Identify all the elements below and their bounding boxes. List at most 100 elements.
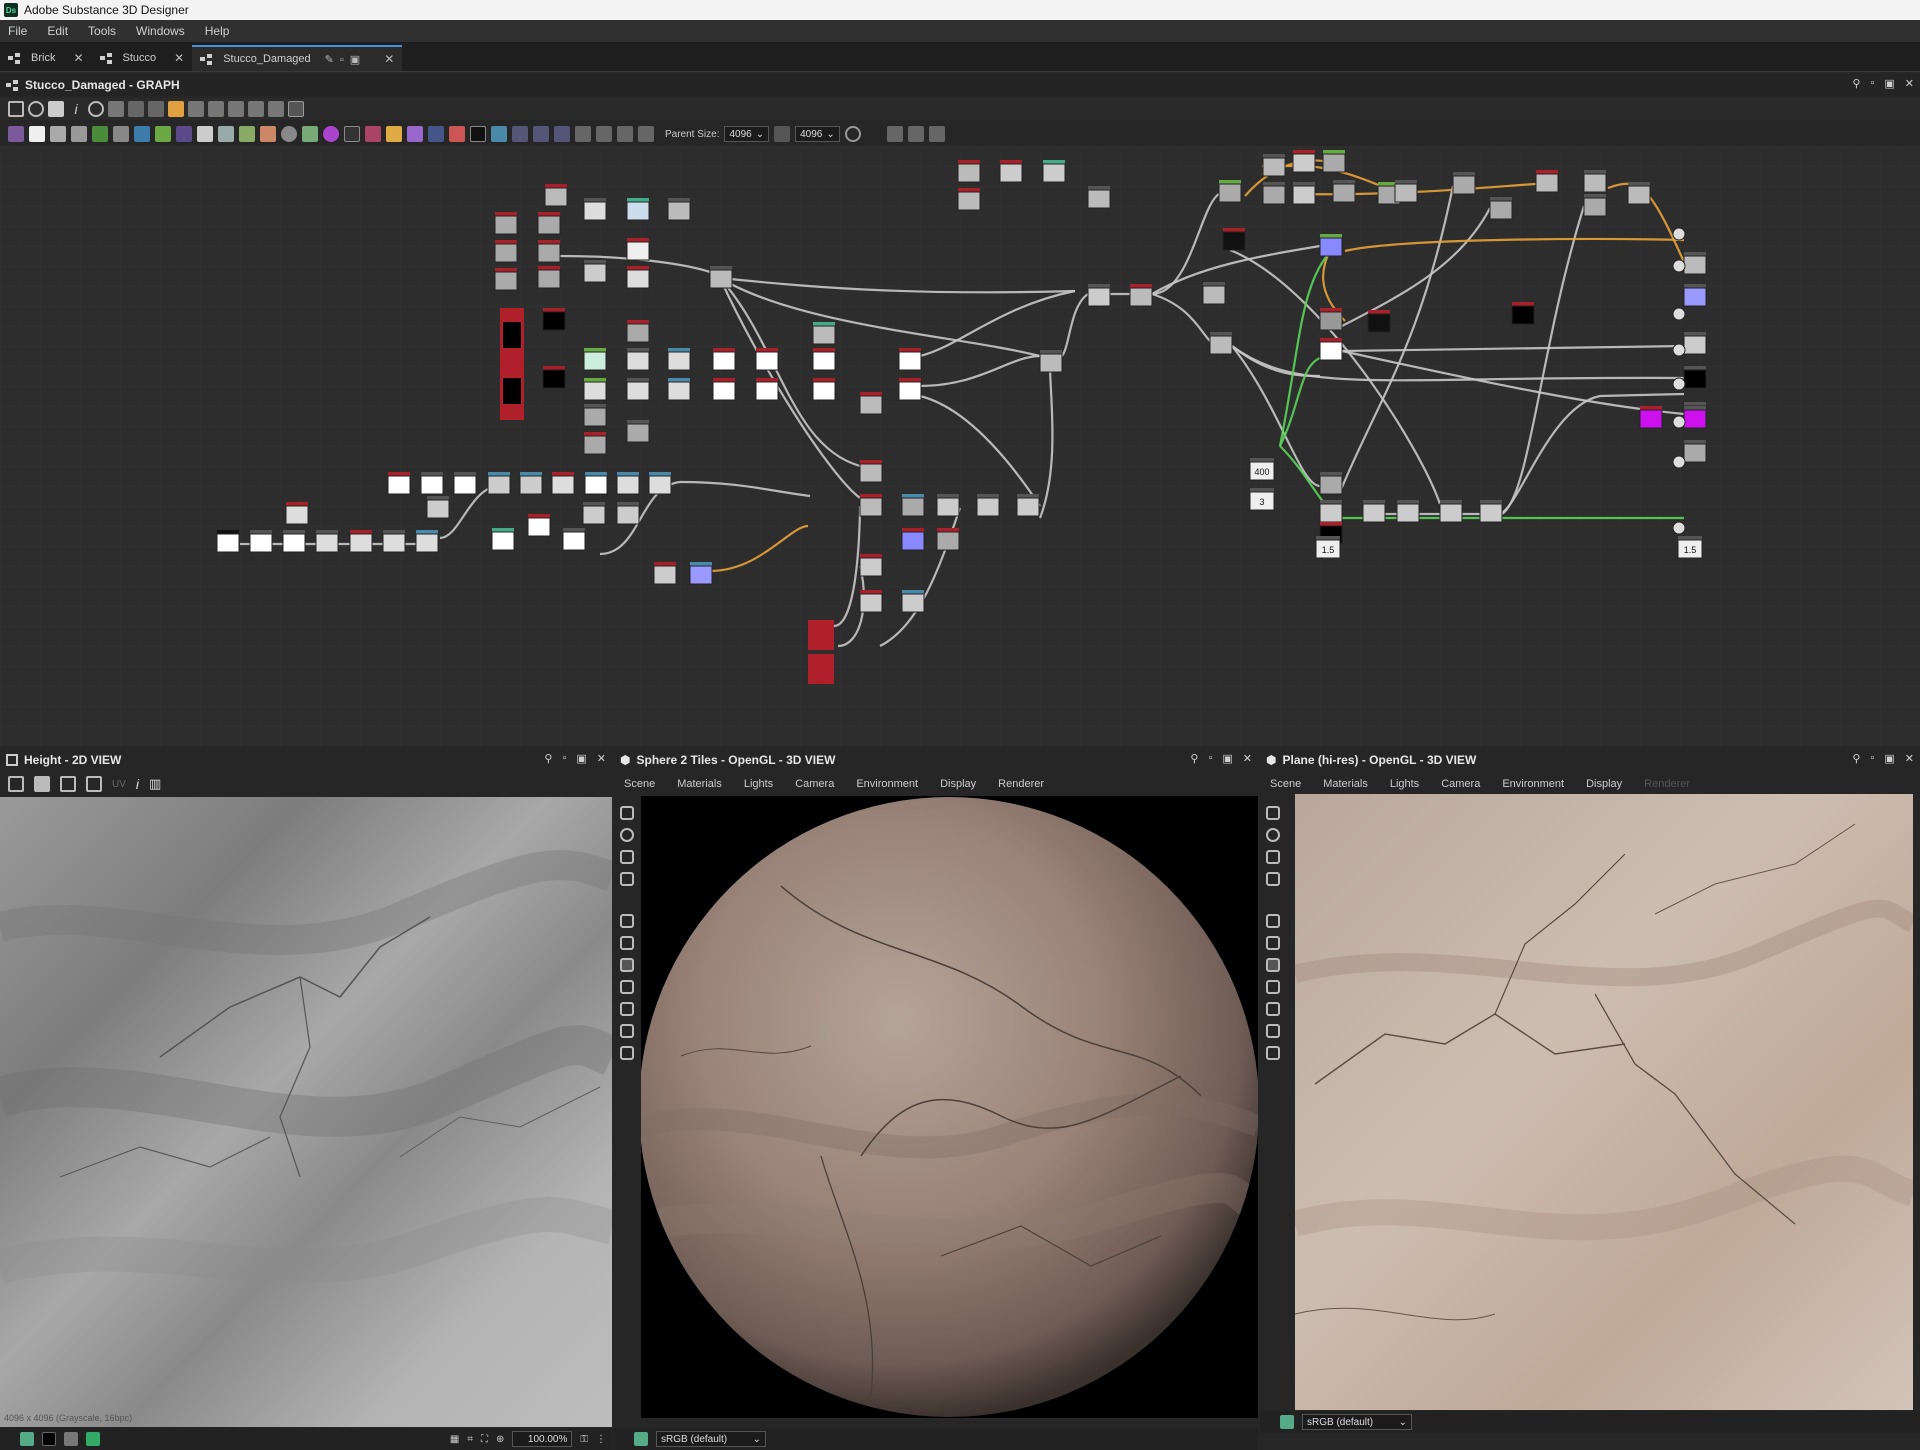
graph-node[interactable] [667, 348, 691, 371]
graph-node[interactable] [626, 238, 650, 261]
graph-node-bitmap[interactable] [500, 308, 524, 364]
menu-materials[interactable]: Materials [1323, 778, 1368, 790]
fx-map-icon[interactable] [218, 126, 234, 142]
graph-node[interactable] [859, 460, 883, 483]
svg-icon[interactable] [449, 126, 465, 142]
cube-icon[interactable] [620, 958, 634, 972]
menu-scene[interactable]: Scene [624, 778, 655, 790]
cube-icon[interactable] [1266, 958, 1280, 972]
graph-node[interactable] [415, 530, 439, 553]
close-icon[interactable]: ✕ [1243, 752, 1252, 765]
graph-node[interactable] [976, 494, 1000, 517]
link-icon[interactable] [108, 101, 124, 117]
graph-node[interactable] [859, 554, 883, 577]
environment-icon[interactable] [1266, 850, 1280, 864]
refresh-view-icon[interactable] [86, 776, 102, 792]
tiling-icon[interactable]: ⌗ [467, 1434, 473, 1445]
levels-icon[interactable] [92, 126, 108, 142]
graph-node[interactable] [901, 494, 925, 517]
graph-node[interactable] [1452, 172, 1476, 195]
graph-node[interactable] [583, 378, 607, 401]
graph-node[interactable] [901, 590, 925, 613]
pin-icon[interactable]: ⚲ [544, 752, 552, 765]
frame-node-icon[interactable] [512, 126, 528, 142]
graph-node[interactable] [1535, 170, 1559, 193]
blend-icon[interactable] [50, 126, 66, 142]
graph-node[interactable] [1396, 500, 1420, 523]
color-wheel-icon[interactable] [323, 126, 339, 142]
graph-node[interactable] [1016, 494, 1040, 517]
graph-node[interactable] [1292, 150, 1316, 173]
menu-help[interactable]: Help [205, 24, 230, 38]
transform-icon[interactable] [134, 126, 150, 142]
graph-node[interactable] [349, 530, 373, 553]
graph-node[interactable] [1683, 366, 1707, 389]
axis-icon[interactable] [1266, 936, 1280, 950]
graph-node[interactable] [1319, 500, 1343, 523]
graph-node[interactable] [453, 472, 477, 495]
graph-node[interactable] [859, 392, 883, 415]
tab-stucco[interactable]: Stucco ✕ [92, 45, 193, 71]
graph-node[interactable] [1683, 252, 1707, 275]
graph-node[interactable] [1319, 308, 1343, 331]
screenshot-icon[interactable] [1266, 872, 1280, 886]
graph-node[interactable] [1489, 197, 1513, 220]
search-icon[interactable] [88, 101, 104, 117]
blur-icon[interactable] [428, 126, 444, 142]
checker-bg-icon[interactable] [64, 1432, 78, 1446]
sharpen-icon[interactable] [386, 126, 402, 142]
graph-node[interactable] [382, 530, 406, 553]
graph-node[interactable] [898, 378, 922, 401]
reset-icon[interactable] [844, 126, 861, 142]
graph-node[interactable] [537, 266, 561, 289]
graph-node[interactable] [709, 266, 733, 289]
save-icon[interactable] [34, 776, 50, 792]
menu-lights[interactable]: Lights [1390, 778, 1419, 790]
restore-icon[interactable]: ▫ [1870, 752, 1874, 765]
tangent-icon[interactable] [1266, 1024, 1280, 1038]
plane-icon[interactable] [620, 1002, 634, 1016]
graph-node[interactable] [494, 240, 518, 263]
graph-node[interactable] [712, 348, 736, 371]
graph-node[interactable] [583, 404, 607, 427]
view2d-viewport[interactable]: 4096 x 4096 (Grayscale, 16bpc) [0, 797, 612, 1427]
graph-canvas[interactable]: 400 3 1.5 1.5 [0, 146, 1920, 746]
graph-node[interactable] [689, 562, 713, 585]
menu-scene[interactable]: Scene [1270, 778, 1301, 790]
graph-node[interactable] [216, 530, 240, 553]
lock-icon[interactable]: ⚿ [580, 1434, 588, 1445]
bubble-icon[interactable] [575, 126, 591, 142]
graph-node[interactable] [626, 266, 650, 289]
graph-node[interactable] [626, 378, 650, 401]
menu-tools[interactable]: Tools [88, 24, 116, 38]
graph-node[interactable] [1322, 150, 1346, 173]
pin-icon[interactable]: ⚲ [1190, 752, 1198, 765]
menu-renderer[interactable]: Renderer [998, 778, 1044, 790]
menu-camera[interactable]: Camera [1441, 778, 1480, 790]
info-icon[interactable]: i [136, 776, 139, 792]
graph-node[interactable] [898, 348, 922, 371]
compute-icon[interactable] [886, 126, 903, 142]
graph-node[interactable] [957, 160, 981, 183]
restore-icon[interactable]: ▫ [562, 752, 566, 765]
value-node[interactable]: 400 [1249, 458, 1275, 481]
move-icon[interactable] [28, 101, 44, 117]
pin-icon[interactable]: ⚲ [1852, 77, 1860, 90]
pixel-processor-icon[interactable] [239, 126, 255, 142]
fit-icon[interactable]: ⛶ [481, 1434, 488, 1445]
graph-node[interactable] [1222, 228, 1246, 251]
graph-node[interactable] [859, 590, 883, 613]
graph-node[interactable] [582, 502, 606, 525]
checker-icon[interactable] [344, 126, 360, 142]
menu-file[interactable]: File [8, 24, 27, 38]
graph-node[interactable] [1683, 440, 1707, 463]
layers-icon[interactable] [20, 1432, 34, 1446]
graph-node[interactable] [583, 432, 607, 455]
tool-icon[interactable] [228, 101, 244, 117]
graph-node[interactable] [1479, 500, 1503, 523]
graph-node-bitmap[interactable] [808, 620, 834, 650]
graph-node[interactable] [1583, 170, 1607, 193]
graph-node[interactable] [626, 348, 650, 371]
channels-icon[interactable] [86, 1432, 100, 1446]
graph-node[interactable] [537, 240, 561, 263]
